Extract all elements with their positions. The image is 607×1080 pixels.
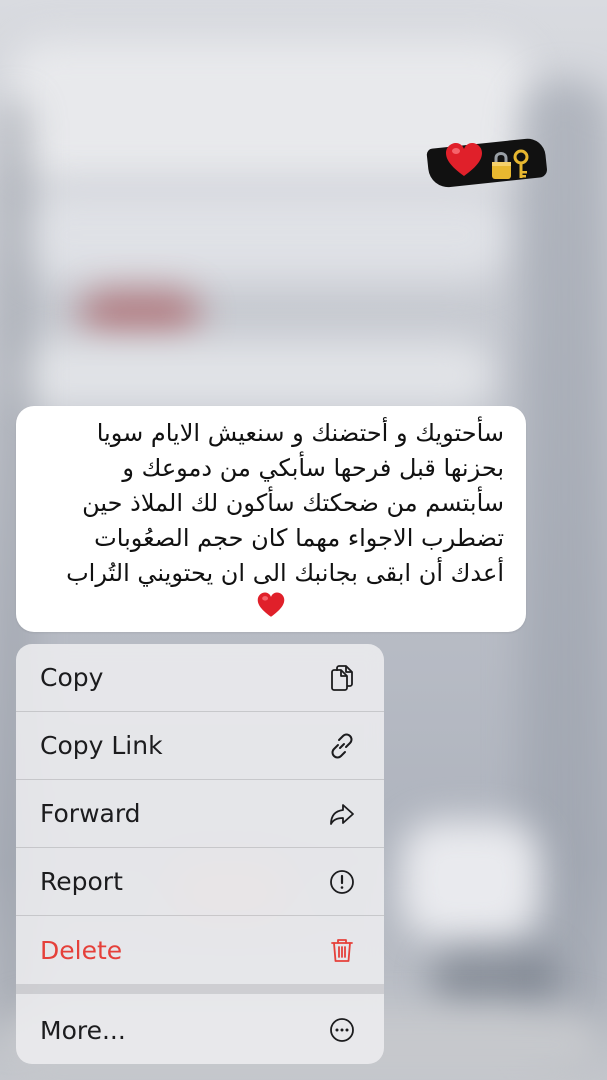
- red-heart-icon: [446, 143, 482, 176]
- menu-item-label: Report: [40, 867, 123, 896]
- menu-item-label: Delete: [40, 935, 123, 965]
- heart-emoji: [38, 591, 504, 623]
- copy-icon: [328, 664, 356, 692]
- more-icon: [328, 1016, 356, 1044]
- menu-item-copy-link[interactable]: Copy Link: [16, 712, 384, 780]
- menu-item-delete[interactable]: Delete: [16, 916, 384, 984]
- context-menu: Copy Copy Link Forward Report Delete Mor…: [16, 644, 384, 1064]
- message-line: تضطرب الاجواء مهما كان حجم الصعُوبات: [94, 524, 504, 552]
- trash-icon: [328, 936, 356, 964]
- message-line: سأحتويك و أحتضنك و سنعيش الايام سويا: [96, 419, 504, 447]
- red-heart-icon: [257, 592, 285, 617]
- menu-item-label: More...: [40, 1015, 126, 1045]
- menu-item-more[interactable]: More...: [16, 996, 384, 1064]
- forward-icon: [328, 800, 356, 828]
- menu-item-label: Copy: [40, 663, 104, 692]
- report-icon: [328, 868, 356, 896]
- menu-item-copy[interactable]: Copy: [16, 644, 384, 712]
- message-line: بحزنها قبل فرحها سأبكي من دموعك و: [122, 454, 504, 482]
- menu-item-label: Forward: [40, 799, 141, 828]
- menu-item-forward[interactable]: Forward: [16, 780, 384, 848]
- message-line: سأبتسم من ضحكتك سأكون لك الملاذ حين: [82, 489, 504, 517]
- link-icon: [328, 732, 356, 760]
- message-line: أعدك أن ابقى بجانبك الى ان يحتويني التُر…: [66, 559, 504, 587]
- menu-separator: [16, 984, 384, 994]
- message-bubble[interactable]: سأحتويك و أحتضنك و سنعيش الايام سويا بحز…: [16, 406, 526, 632]
- menu-item-report[interactable]: Report: [16, 848, 384, 916]
- menu-item-label: Copy Link: [40, 731, 163, 760]
- heart-lock-sticker: [426, 136, 548, 190]
- lock-with-key-icon: [492, 149, 529, 179]
